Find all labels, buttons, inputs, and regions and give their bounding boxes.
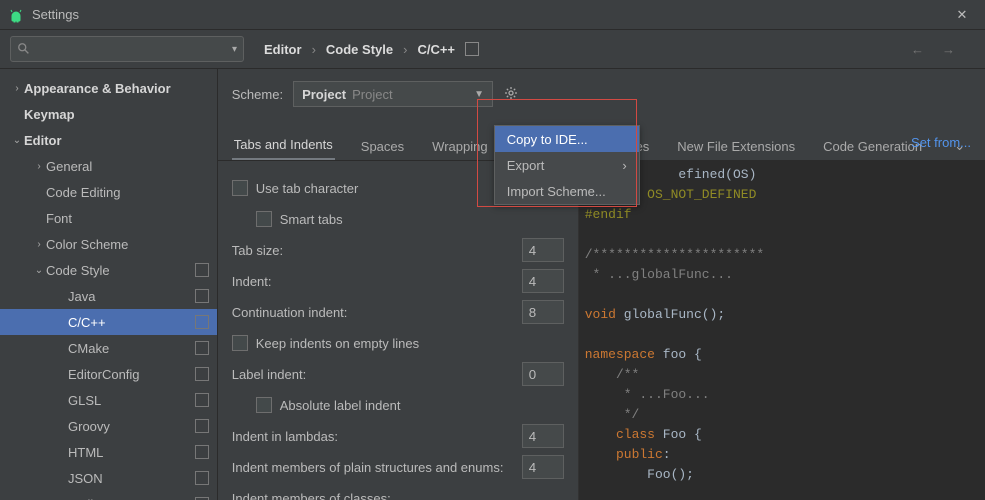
- breadcrumb-ccpp[interactable]: C/C++: [417, 42, 455, 57]
- project-badge-icon: [195, 419, 209, 433]
- keep-empty-checkbox[interactable]: [232, 335, 248, 351]
- indent-form: Use tab character Smart tabs Tab size: I…: [218, 161, 578, 500]
- sidebar-item-editorconfig[interactable]: EditorConfig: [0, 361, 217, 387]
- sidebar-item-color-scheme[interactable]: ›Color Scheme: [0, 231, 217, 257]
- sidebar-item-groovy[interactable]: Groovy: [0, 413, 217, 439]
- scheme-combobox[interactable]: Project Project ▼: [293, 81, 493, 107]
- indent-input[interactable]: [522, 269, 564, 293]
- settings-tree: ›Appearance & BehaviorKeymap⌄Editor›Gene…: [0, 69, 218, 500]
- popup-export[interactable]: Export›: [495, 152, 639, 178]
- tree-arrow-icon: ⌄: [10, 135, 24, 146]
- tab-new-file-ext[interactable]: New File Extensions: [675, 133, 797, 160]
- project-badge-icon: [195, 471, 209, 485]
- close-button[interactable]: ✕: [947, 7, 977, 23]
- popup-import-scheme[interactable]: Import Scheme...: [495, 178, 639, 204]
- tab-spaces[interactable]: Spaces: [359, 133, 406, 160]
- sidebar-item-html[interactable]: HTML: [0, 439, 217, 465]
- project-badge-icon: [195, 445, 209, 459]
- sidebar-item-kotlin[interactable]: Kotlin: [0, 491, 217, 500]
- project-badge-icon: [195, 367, 209, 381]
- chevron-down-icon: ▾: [232, 44, 237, 55]
- sidebar-item-c-c-[interactable]: C/C++: [0, 309, 217, 335]
- tab-code-generation[interactable]: Code Generation: [821, 133, 924, 160]
- sidebar-item-json[interactable]: JSON: [0, 465, 217, 491]
- absolute-label-checkbox[interactable]: [256, 397, 272, 413]
- code-preview: efined(OS) #define OS_NOT_DEFINED #endif…: [578, 161, 985, 500]
- android-logo-icon: [8, 7, 24, 23]
- chevron-down-icon: ▼: [474, 89, 484, 100]
- tree-arrow-icon: ›: [32, 161, 46, 172]
- sidebar-item-keymap[interactable]: Keymap: [0, 101, 217, 127]
- tree-arrow-icon: ⌄: [32, 265, 46, 276]
- tree-arrow-icon: ›: [10, 83, 24, 94]
- sidebar-item-glsl[interactable]: GLSL: [0, 387, 217, 413]
- scheme-label: Scheme:: [232, 87, 283, 102]
- sidebar-item-general[interactable]: ›General: [0, 153, 217, 179]
- window-title: Settings: [32, 7, 947, 22]
- continuation-indent-input[interactable]: [522, 300, 564, 324]
- project-badge-icon: [195, 315, 209, 329]
- project-badge-icon: [195, 263, 209, 277]
- plain-indent-input[interactable]: [522, 455, 564, 479]
- sidebar-item-code-editing[interactable]: Code Editing: [0, 179, 217, 205]
- smart-tabs-checkbox[interactable]: [256, 211, 272, 227]
- tab-wrapping[interactable]: Wrapping: [430, 133, 489, 160]
- breadcrumb-codestyle[interactable]: Code Style: [326, 42, 393, 57]
- label-indent-input[interactable]: [522, 362, 564, 386]
- tree-arrow-icon: ›: [32, 239, 46, 250]
- gear-icon[interactable]: [503, 85, 519, 104]
- tab-size-input[interactable]: [522, 238, 564, 262]
- breadcrumb-editor[interactable]: Editor: [264, 42, 302, 57]
- nav-back-icon[interactable]: ←: [911, 42, 924, 57]
- sidebar-item-editor[interactable]: ⌄Editor: [0, 127, 217, 153]
- sidebar-item-font[interactable]: Font: [0, 205, 217, 231]
- project-badge-icon: [195, 341, 209, 355]
- popup-copy-to-ide[interactable]: Copy to IDE...: [495, 126, 639, 152]
- sidebar-item-appearance-behavior[interactable]: ›Appearance & Behavior: [0, 75, 217, 101]
- project-badge-icon: [465, 42, 479, 56]
- tab-tabs-indents[interactable]: Tabs and Indents: [232, 131, 335, 160]
- scheme-actions-popup: Copy to IDE... Export› Import Scheme...: [494, 125, 640, 205]
- sidebar-item-java[interactable]: Java: [0, 283, 217, 309]
- project-badge-icon: [195, 393, 209, 407]
- sidebar-item-cmake[interactable]: CMake: [0, 335, 217, 361]
- nav-forward-icon[interactable]: →: [942, 42, 955, 57]
- breadcrumb: Editor › Code Style › C/C++: [264, 42, 479, 57]
- sidebar-item-code-style[interactable]: ⌄Code Style: [0, 257, 217, 283]
- project-badge-icon: [195, 289, 209, 303]
- use-tab-checkbox[interactable]: [232, 180, 248, 196]
- set-from-link[interactable]: Set from...: [911, 135, 971, 150]
- search-icon: [17, 42, 31, 56]
- search-input[interactable]: ▾: [10, 36, 244, 62]
- lambdas-indent-input[interactable]: [522, 424, 564, 448]
- chevron-right-icon: ›: [622, 158, 626, 173]
